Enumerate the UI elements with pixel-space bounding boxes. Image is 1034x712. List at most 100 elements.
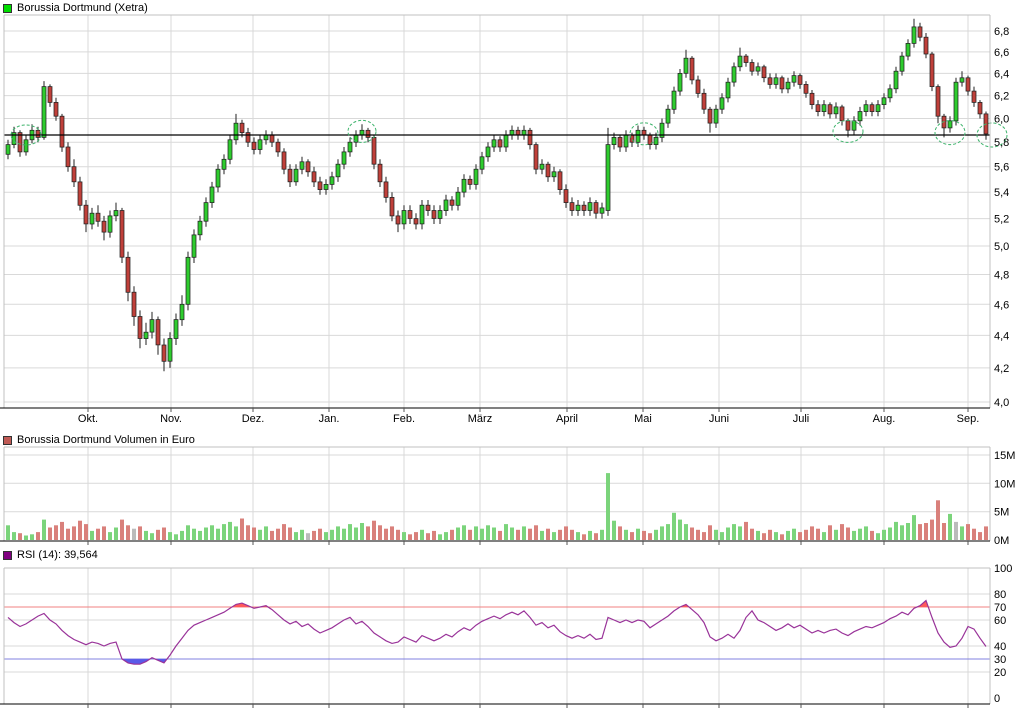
rsi-frame [0, 568, 990, 708]
volume-bar [432, 531, 436, 540]
overbought-fill [8, 601, 986, 665]
price-axis-labels: 6,86,66,46,26,05,85,65,45,25,04,84,64,44… [78, 26, 1009, 425]
volume-bar [474, 526, 478, 540]
candle-body [594, 203, 598, 214]
candle-body [360, 130, 364, 135]
volume-bar [510, 528, 514, 541]
candle-body [222, 159, 226, 169]
candle-body [900, 56, 904, 71]
rsi-tick-label: 20 [994, 667, 1006, 679]
volume-bar [978, 532, 982, 540]
volume-bar [378, 525, 382, 540]
candle-body [402, 211, 406, 224]
annotation-circles [11, 120, 1007, 147]
candle-body [972, 91, 976, 102]
volume-bar [582, 534, 586, 540]
candle-body [534, 145, 538, 170]
price-chart-title: Borussia Dortmund (Xetra) [17, 2, 148, 14]
candle-body [90, 213, 94, 224]
rsi-line [8, 601, 986, 665]
candle-body [144, 332, 148, 338]
volume-bar [492, 528, 496, 541]
candle-body [48, 87, 52, 103]
candle-body [42, 87, 46, 138]
candle-body [180, 304, 184, 319]
volume-bar [288, 528, 292, 541]
volume-bar [372, 521, 376, 540]
candle-body [876, 105, 880, 112]
volume-bar [60, 522, 64, 540]
volume-bar [102, 526, 106, 540]
candle-body [870, 105, 874, 112]
candle-body [438, 211, 442, 219]
volume-bar [744, 522, 748, 540]
candle-body [138, 317, 142, 339]
volume-bar [888, 528, 892, 541]
candle-body [390, 197, 394, 216]
candle-body [348, 142, 352, 152]
volume-bar [738, 526, 742, 540]
candle-body [234, 123, 238, 140]
volume-bar [894, 522, 898, 540]
month-tick-label: Mai [634, 413, 652, 425]
volume-bar [864, 526, 868, 540]
volume-bar [486, 525, 490, 540]
volume-bar [726, 528, 730, 541]
candle-body [498, 140, 502, 147]
candle-body [414, 219, 418, 224]
volume-bar [972, 529, 976, 540]
volume-bar [834, 530, 838, 540]
rsi-panel: 1008070604030200 [0, 563, 1012, 708]
candle-body [852, 121, 856, 130]
candle-body [210, 187, 214, 203]
volume-bar [558, 530, 562, 540]
volume-bar [780, 534, 784, 540]
price-series-swatch-icon [3, 4, 12, 13]
volume-bar [648, 533, 652, 540]
volume-bar [144, 531, 148, 540]
volume-bar [78, 521, 82, 540]
price-tick-label: 6,2 [994, 91, 1009, 103]
volume-bar [690, 528, 694, 541]
candle-body [948, 121, 952, 128]
candle-body [378, 164, 382, 182]
candle-body [720, 98, 724, 109]
volume-bar [528, 529, 532, 540]
volume-bar [810, 526, 814, 540]
candle-body [726, 82, 730, 98]
rsi-chart-legend: RSI (14): 39,564 [3, 549, 98, 561]
candle-body [762, 67, 766, 78]
volume-bar [552, 532, 556, 540]
volume-bar [120, 520, 124, 540]
candle-body [72, 167, 76, 182]
candle-body [384, 182, 388, 198]
candle-body [216, 169, 220, 187]
candle-body [678, 73, 682, 91]
candle-body [312, 172, 316, 182]
candle-body [324, 184, 328, 189]
candle-body [960, 78, 964, 82]
candle-body [822, 105, 826, 112]
candle-body [204, 203, 208, 222]
candle-body [432, 211, 436, 219]
candle-body [300, 162, 304, 170]
volume-bar [900, 525, 904, 540]
candle-body [570, 203, 574, 211]
volume-bar [684, 524, 688, 540]
volume-bar [750, 529, 754, 540]
volume-bar [564, 526, 568, 540]
price-tick-label: 4,6 [994, 299, 1009, 311]
volume-bar [936, 500, 940, 540]
volume-bar [132, 529, 136, 540]
volume-bar [330, 530, 334, 540]
month-tick-label: Aug. [873, 413, 896, 425]
volume-bar [222, 524, 226, 540]
volume-bar [594, 533, 598, 540]
volume-bar [696, 530, 700, 540]
rsi-tick-label: 30 [994, 654, 1006, 666]
candle-body [462, 179, 466, 192]
candle-body [318, 182, 322, 190]
candle-body [486, 147, 490, 157]
volume-bar [852, 531, 856, 540]
volume-bar [468, 530, 472, 540]
